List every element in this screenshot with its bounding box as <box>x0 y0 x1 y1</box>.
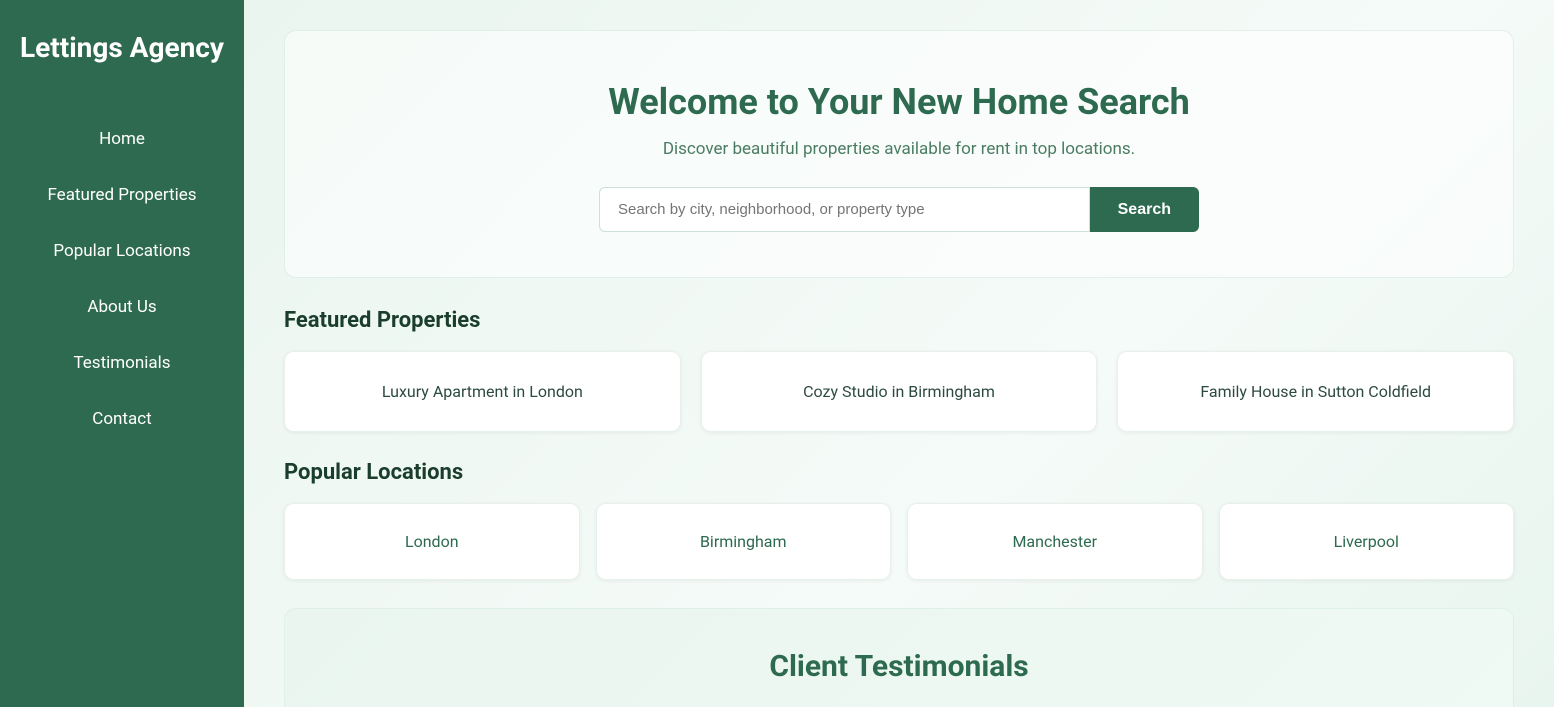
testimonials-title: Client Testimonials <box>325 649 1473 684</box>
sidebar-item-featured-properties[interactable]: Featured Properties <box>0 171 244 219</box>
sidebar-item-about-us[interactable]: About Us <box>0 283 244 331</box>
hero-subtitle: Discover beautiful properties available … <box>325 139 1473 159</box>
property-card-1[interactable]: Cozy Studio in Birmingham <box>701 351 1098 432</box>
search-input[interactable] <box>599 187 1090 232</box>
popular-locations-title: Popular Locations <box>284 460 1514 485</box>
properties-grid: Luxury Apartment in London Cozy Studio i… <box>284 351 1514 432</box>
featured-properties-title: Featured Properties <box>284 308 1514 333</box>
hero-title: Welcome to Your New Home Search <box>325 81 1473 123</box>
property-card-2[interactable]: Family House in Sutton Coldfield <box>1117 351 1514 432</box>
sidebar-item-contact[interactable]: Contact <box>0 395 244 443</box>
locations-grid: London Birmingham Manchester Liverpool <box>284 503 1514 580</box>
featured-properties-section: Featured Properties Luxury Apartment in … <box>284 308 1514 432</box>
sidebar-item-testimonials[interactable]: Testimonials <box>0 339 244 387</box>
sidebar-item-popular-locations[interactable]: Popular Locations <box>0 227 244 275</box>
location-card-liverpool[interactable]: Liverpool <box>1219 503 1515 580</box>
main-content: Welcome to Your New Home Search Discover… <box>244 0 1554 707</box>
testimonials-section: Client Testimonials “The agency helped m… <box>284 608 1514 707</box>
sidebar-item-home[interactable]: Home <box>0 115 244 163</box>
search-bar: Search <box>599 187 1199 232</box>
search-button[interactable]: Search <box>1090 187 1199 232</box>
popular-locations-section: Popular Locations London Birmingham Manc… <box>284 460 1514 580</box>
hero-section: Welcome to Your New Home Search Discover… <box>284 30 1514 278</box>
location-card-london[interactable]: London <box>284 503 580 580</box>
property-card-0[interactable]: Luxury Apartment in London <box>284 351 681 432</box>
sidebar: Lettings Agency Home Featured Properties… <box>0 0 244 707</box>
sidebar-logo: Lettings Agency <box>0 30 244 65</box>
location-card-birmingham[interactable]: Birmingham <box>596 503 892 580</box>
sidebar-nav: Home Featured Properties Popular Locatio… <box>0 115 244 443</box>
location-card-manchester[interactable]: Manchester <box>907 503 1203 580</box>
